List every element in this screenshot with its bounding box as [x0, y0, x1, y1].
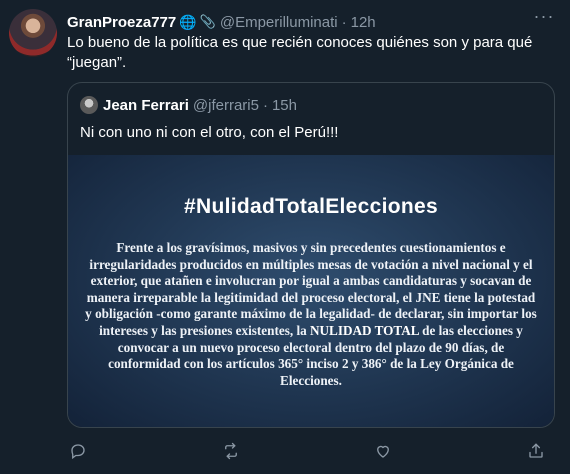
avatar[interactable] [9, 9, 57, 57]
separator-dot: · [341, 13, 347, 31]
quoted-user-handle[interactable]: @jferrari5 [193, 97, 259, 114]
more-options-icon[interactable]: ··· [532, 7, 556, 28]
tweet-text: Lo bueno de la política es que recién co… [67, 34, 533, 71]
image-statement-highlight: NULIDAD TOTAL [310, 322, 419, 338]
paperclip-emoji-icon: 📎 [199, 14, 216, 29]
quoted-avatar[interactable] [80, 96, 98, 114]
quoted-timestamp[interactable]: 15h [272, 97, 297, 114]
tweet-header: GranProeza777 🌐 📎 @Emperilluminati · 12h [67, 12, 376, 32]
quoted-tweet-text: Ni con uno ni con el otro, con el Perú!!… [80, 124, 339, 141]
globe-emoji-icon: 🌐 [179, 13, 197, 30]
quoted-tweet-header: Jean Ferrari @jferrari5 · 15h [80, 95, 297, 115]
timestamp[interactable]: 12h [351, 14, 376, 31]
reply-icon[interactable] [67, 440, 89, 462]
quoted-display-name[interactable]: Jean Ferrari [103, 97, 189, 114]
share-icon[interactable] [525, 440, 547, 462]
image-statement-text: Frente a los gravísimos, masivos y sin p… [84, 240, 538, 389]
display-name[interactable]: GranProeza777 [67, 14, 176, 31]
tweet[interactable]: GranProeza777 🌐 📎 @Emperilluminati · 12h… [0, 0, 570, 474]
like-icon[interactable] [372, 440, 394, 462]
retweet-icon[interactable] [220, 440, 242, 462]
user-handle[interactable]: @Emperilluminati [220, 14, 338, 31]
tweet-actions [67, 440, 547, 462]
quoted-tweet[interactable]: Jean Ferrari @jferrari5 · 15h Ni con uno… [67, 82, 555, 428]
quoted-separator-dot: · [262, 96, 268, 114]
image-hashtag-title: #NulidadTotalElecciones [184, 195, 438, 218]
quoted-tweet-image[interactable]: #NulidadTotalElecciones Frente a los gra… [68, 155, 554, 427]
